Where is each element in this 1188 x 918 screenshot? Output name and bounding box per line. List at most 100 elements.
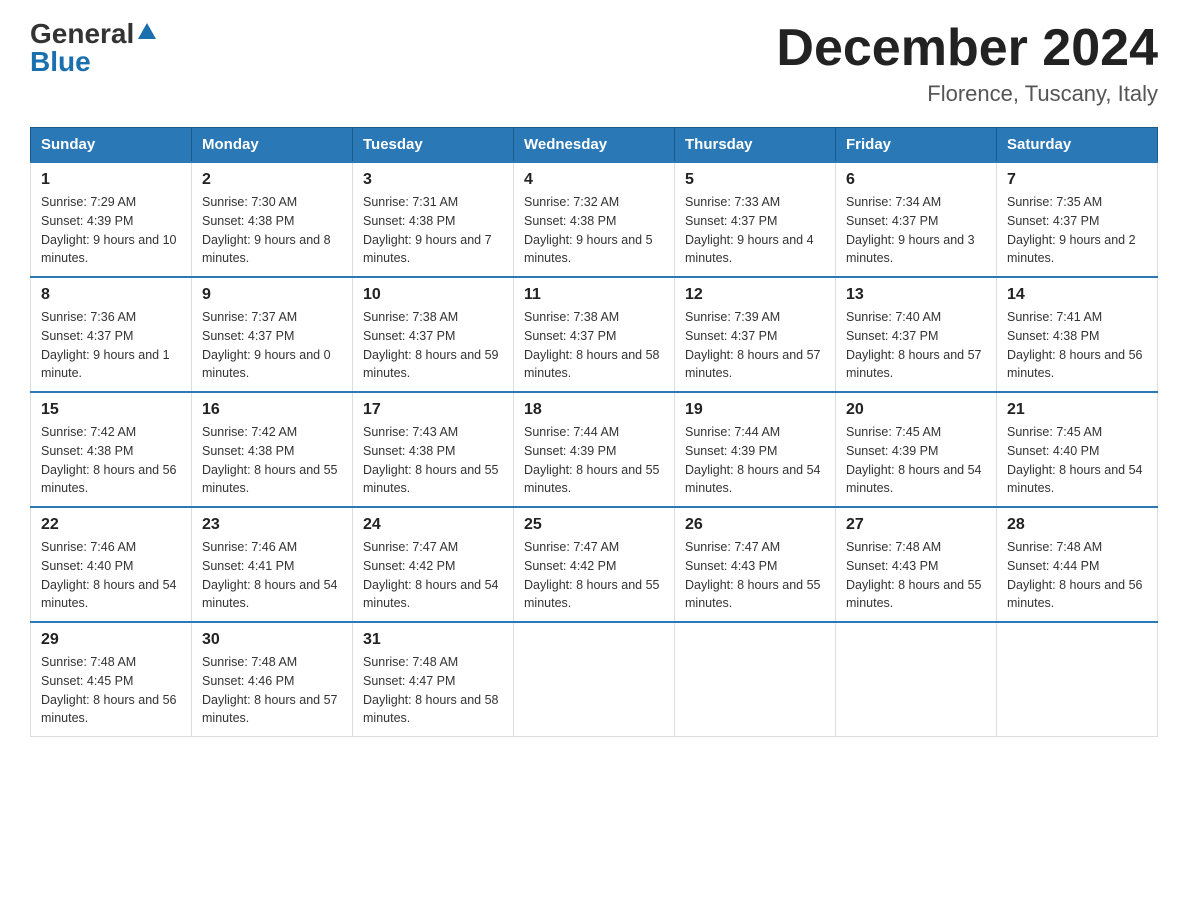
- calendar-cell: 17 Sunrise: 7:43 AM Sunset: 4:38 PM Dayl…: [353, 392, 514, 507]
- day-number: 1: [41, 171, 181, 189]
- calendar-cell: 10 Sunrise: 7:38 AM Sunset: 4:37 PM Dayl…: [353, 277, 514, 392]
- calendar-cell: [514, 622, 675, 737]
- calendar-cell: [836, 622, 997, 737]
- calendar-subtitle: Florence, Tuscany, Italy: [776, 81, 1158, 107]
- day-number: 7: [1007, 171, 1147, 189]
- title-section: December 2024 Florence, Tuscany, Italy: [776, 20, 1158, 107]
- calendar-cell: 2 Sunrise: 7:30 AM Sunset: 4:38 PM Dayli…: [192, 162, 353, 277]
- calendar-cell: 18 Sunrise: 7:44 AM Sunset: 4:39 PM Dayl…: [514, 392, 675, 507]
- day-number: 24: [363, 516, 503, 534]
- day-info: Sunrise: 7:48 AM Sunset: 4:47 PM Dayligh…: [363, 653, 503, 728]
- logo: General Blue: [30, 20, 158, 76]
- calendar-cell: 26 Sunrise: 7:47 AM Sunset: 4:43 PM Dayl…: [675, 507, 836, 622]
- week-row-3: 15 Sunrise: 7:42 AM Sunset: 4:38 PM Dayl…: [31, 392, 1158, 507]
- day-info: Sunrise: 7:38 AM Sunset: 4:37 PM Dayligh…: [363, 308, 503, 383]
- day-info: Sunrise: 7:38 AM Sunset: 4:37 PM Dayligh…: [524, 308, 664, 383]
- day-info: Sunrise: 7:44 AM Sunset: 4:39 PM Dayligh…: [685, 423, 825, 498]
- day-number: 9: [202, 286, 342, 304]
- calendar-cell: 6 Sunrise: 7:34 AM Sunset: 4:37 PM Dayli…: [836, 162, 997, 277]
- calendar-cell: 16 Sunrise: 7:42 AM Sunset: 4:38 PM Dayl…: [192, 392, 353, 507]
- day-info: Sunrise: 7:35 AM Sunset: 4:37 PM Dayligh…: [1007, 193, 1147, 268]
- logo-blue-text: Blue: [30, 48, 91, 76]
- calendar-cell: 24 Sunrise: 7:47 AM Sunset: 4:42 PM Dayl…: [353, 507, 514, 622]
- day-number: 18: [524, 401, 664, 419]
- calendar-cell: 21 Sunrise: 7:45 AM Sunset: 4:40 PM Dayl…: [997, 392, 1158, 507]
- header-thursday: Thursday: [675, 128, 836, 163]
- day-number: 6: [846, 171, 986, 189]
- week-row-1: 1 Sunrise: 7:29 AM Sunset: 4:39 PM Dayli…: [31, 162, 1158, 277]
- week-row-2: 8 Sunrise: 7:36 AM Sunset: 4:37 PM Dayli…: [31, 277, 1158, 392]
- day-info: Sunrise: 7:41 AM Sunset: 4:38 PM Dayligh…: [1007, 308, 1147, 383]
- day-number: 10: [363, 286, 503, 304]
- day-number: 27: [846, 516, 986, 534]
- day-number: 28: [1007, 516, 1147, 534]
- calendar-cell: 1 Sunrise: 7:29 AM Sunset: 4:39 PM Dayli…: [31, 162, 192, 277]
- day-info: Sunrise: 7:37 AM Sunset: 4:37 PM Dayligh…: [202, 308, 342, 383]
- calendar-cell: 19 Sunrise: 7:44 AM Sunset: 4:39 PM Dayl…: [675, 392, 836, 507]
- logo-general-text: General: [30, 20, 134, 48]
- day-info: Sunrise: 7:45 AM Sunset: 4:40 PM Dayligh…: [1007, 423, 1147, 498]
- header-saturday: Saturday: [997, 128, 1158, 163]
- calendar-cell: 11 Sunrise: 7:38 AM Sunset: 4:37 PM Dayl…: [514, 277, 675, 392]
- day-number: 12: [685, 286, 825, 304]
- calendar-header-row: Sunday Monday Tuesday Wednesday Thursday…: [31, 128, 1158, 163]
- day-info: Sunrise: 7:34 AM Sunset: 4:37 PM Dayligh…: [846, 193, 986, 268]
- day-info: Sunrise: 7:43 AM Sunset: 4:38 PM Dayligh…: [363, 423, 503, 498]
- day-info: Sunrise: 7:40 AM Sunset: 4:37 PM Dayligh…: [846, 308, 986, 383]
- day-number: 19: [685, 401, 825, 419]
- day-info: Sunrise: 7:29 AM Sunset: 4:39 PM Dayligh…: [41, 193, 181, 268]
- day-number: 4: [524, 171, 664, 189]
- day-number: 13: [846, 286, 986, 304]
- calendar-cell: 31 Sunrise: 7:48 AM Sunset: 4:47 PM Dayl…: [353, 622, 514, 737]
- day-number: 5: [685, 171, 825, 189]
- header-sunday: Sunday: [31, 128, 192, 163]
- page-header: General Blue December 2024 Florence, Tus…: [30, 20, 1158, 107]
- day-info: Sunrise: 7:48 AM Sunset: 4:45 PM Dayligh…: [41, 653, 181, 728]
- day-number: 30: [202, 631, 342, 649]
- day-info: Sunrise: 7:47 AM Sunset: 4:42 PM Dayligh…: [524, 538, 664, 613]
- calendar-cell: 29 Sunrise: 7:48 AM Sunset: 4:45 PM Dayl…: [31, 622, 192, 737]
- day-info: Sunrise: 7:32 AM Sunset: 4:38 PM Dayligh…: [524, 193, 664, 268]
- day-info: Sunrise: 7:45 AM Sunset: 4:39 PM Dayligh…: [846, 423, 986, 498]
- day-number: 20: [846, 401, 986, 419]
- day-number: 21: [1007, 401, 1147, 419]
- week-row-4: 22 Sunrise: 7:46 AM Sunset: 4:40 PM Dayl…: [31, 507, 1158, 622]
- day-info: Sunrise: 7:36 AM Sunset: 4:37 PM Dayligh…: [41, 308, 181, 383]
- header-wednesday: Wednesday: [514, 128, 675, 163]
- day-number: 26: [685, 516, 825, 534]
- day-number: 2: [202, 171, 342, 189]
- logo-icon: General: [30, 20, 158, 48]
- day-number: 15: [41, 401, 181, 419]
- day-info: Sunrise: 7:48 AM Sunset: 4:43 PM Dayligh…: [846, 538, 986, 613]
- day-info: Sunrise: 7:46 AM Sunset: 4:41 PM Dayligh…: [202, 538, 342, 613]
- day-info: Sunrise: 7:42 AM Sunset: 4:38 PM Dayligh…: [41, 423, 181, 498]
- day-number: 22: [41, 516, 181, 534]
- day-number: 14: [1007, 286, 1147, 304]
- logo-triangle-icon: [136, 21, 158, 43]
- calendar-cell: 22 Sunrise: 7:46 AM Sunset: 4:40 PM Dayl…: [31, 507, 192, 622]
- day-info: Sunrise: 7:47 AM Sunset: 4:42 PM Dayligh…: [363, 538, 503, 613]
- calendar-cell: 20 Sunrise: 7:45 AM Sunset: 4:39 PM Dayl…: [836, 392, 997, 507]
- calendar-cell: 27 Sunrise: 7:48 AM Sunset: 4:43 PM Dayl…: [836, 507, 997, 622]
- day-info: Sunrise: 7:48 AM Sunset: 4:46 PM Dayligh…: [202, 653, 342, 728]
- calendar-cell: 5 Sunrise: 7:33 AM Sunset: 4:37 PM Dayli…: [675, 162, 836, 277]
- calendar-table: Sunday Monday Tuesday Wednesday Thursday…: [30, 127, 1158, 737]
- day-info: Sunrise: 7:30 AM Sunset: 4:38 PM Dayligh…: [202, 193, 342, 268]
- week-row-5: 29 Sunrise: 7:48 AM Sunset: 4:45 PM Dayl…: [31, 622, 1158, 737]
- day-number: 23: [202, 516, 342, 534]
- calendar-cell: [997, 622, 1158, 737]
- day-number: 11: [524, 286, 664, 304]
- day-info: Sunrise: 7:39 AM Sunset: 4:37 PM Dayligh…: [685, 308, 825, 383]
- calendar-title: December 2024: [776, 20, 1158, 77]
- day-info: Sunrise: 7:47 AM Sunset: 4:43 PM Dayligh…: [685, 538, 825, 613]
- day-number: 29: [41, 631, 181, 649]
- calendar-cell: 8 Sunrise: 7:36 AM Sunset: 4:37 PM Dayli…: [31, 277, 192, 392]
- day-info: Sunrise: 7:42 AM Sunset: 4:38 PM Dayligh…: [202, 423, 342, 498]
- day-number: 25: [524, 516, 664, 534]
- day-info: Sunrise: 7:48 AM Sunset: 4:44 PM Dayligh…: [1007, 538, 1147, 613]
- calendar-cell: 3 Sunrise: 7:31 AM Sunset: 4:38 PM Dayli…: [353, 162, 514, 277]
- day-info: Sunrise: 7:33 AM Sunset: 4:37 PM Dayligh…: [685, 193, 825, 268]
- day-number: 31: [363, 631, 503, 649]
- header-monday: Monday: [192, 128, 353, 163]
- calendar-cell: 7 Sunrise: 7:35 AM Sunset: 4:37 PM Dayli…: [997, 162, 1158, 277]
